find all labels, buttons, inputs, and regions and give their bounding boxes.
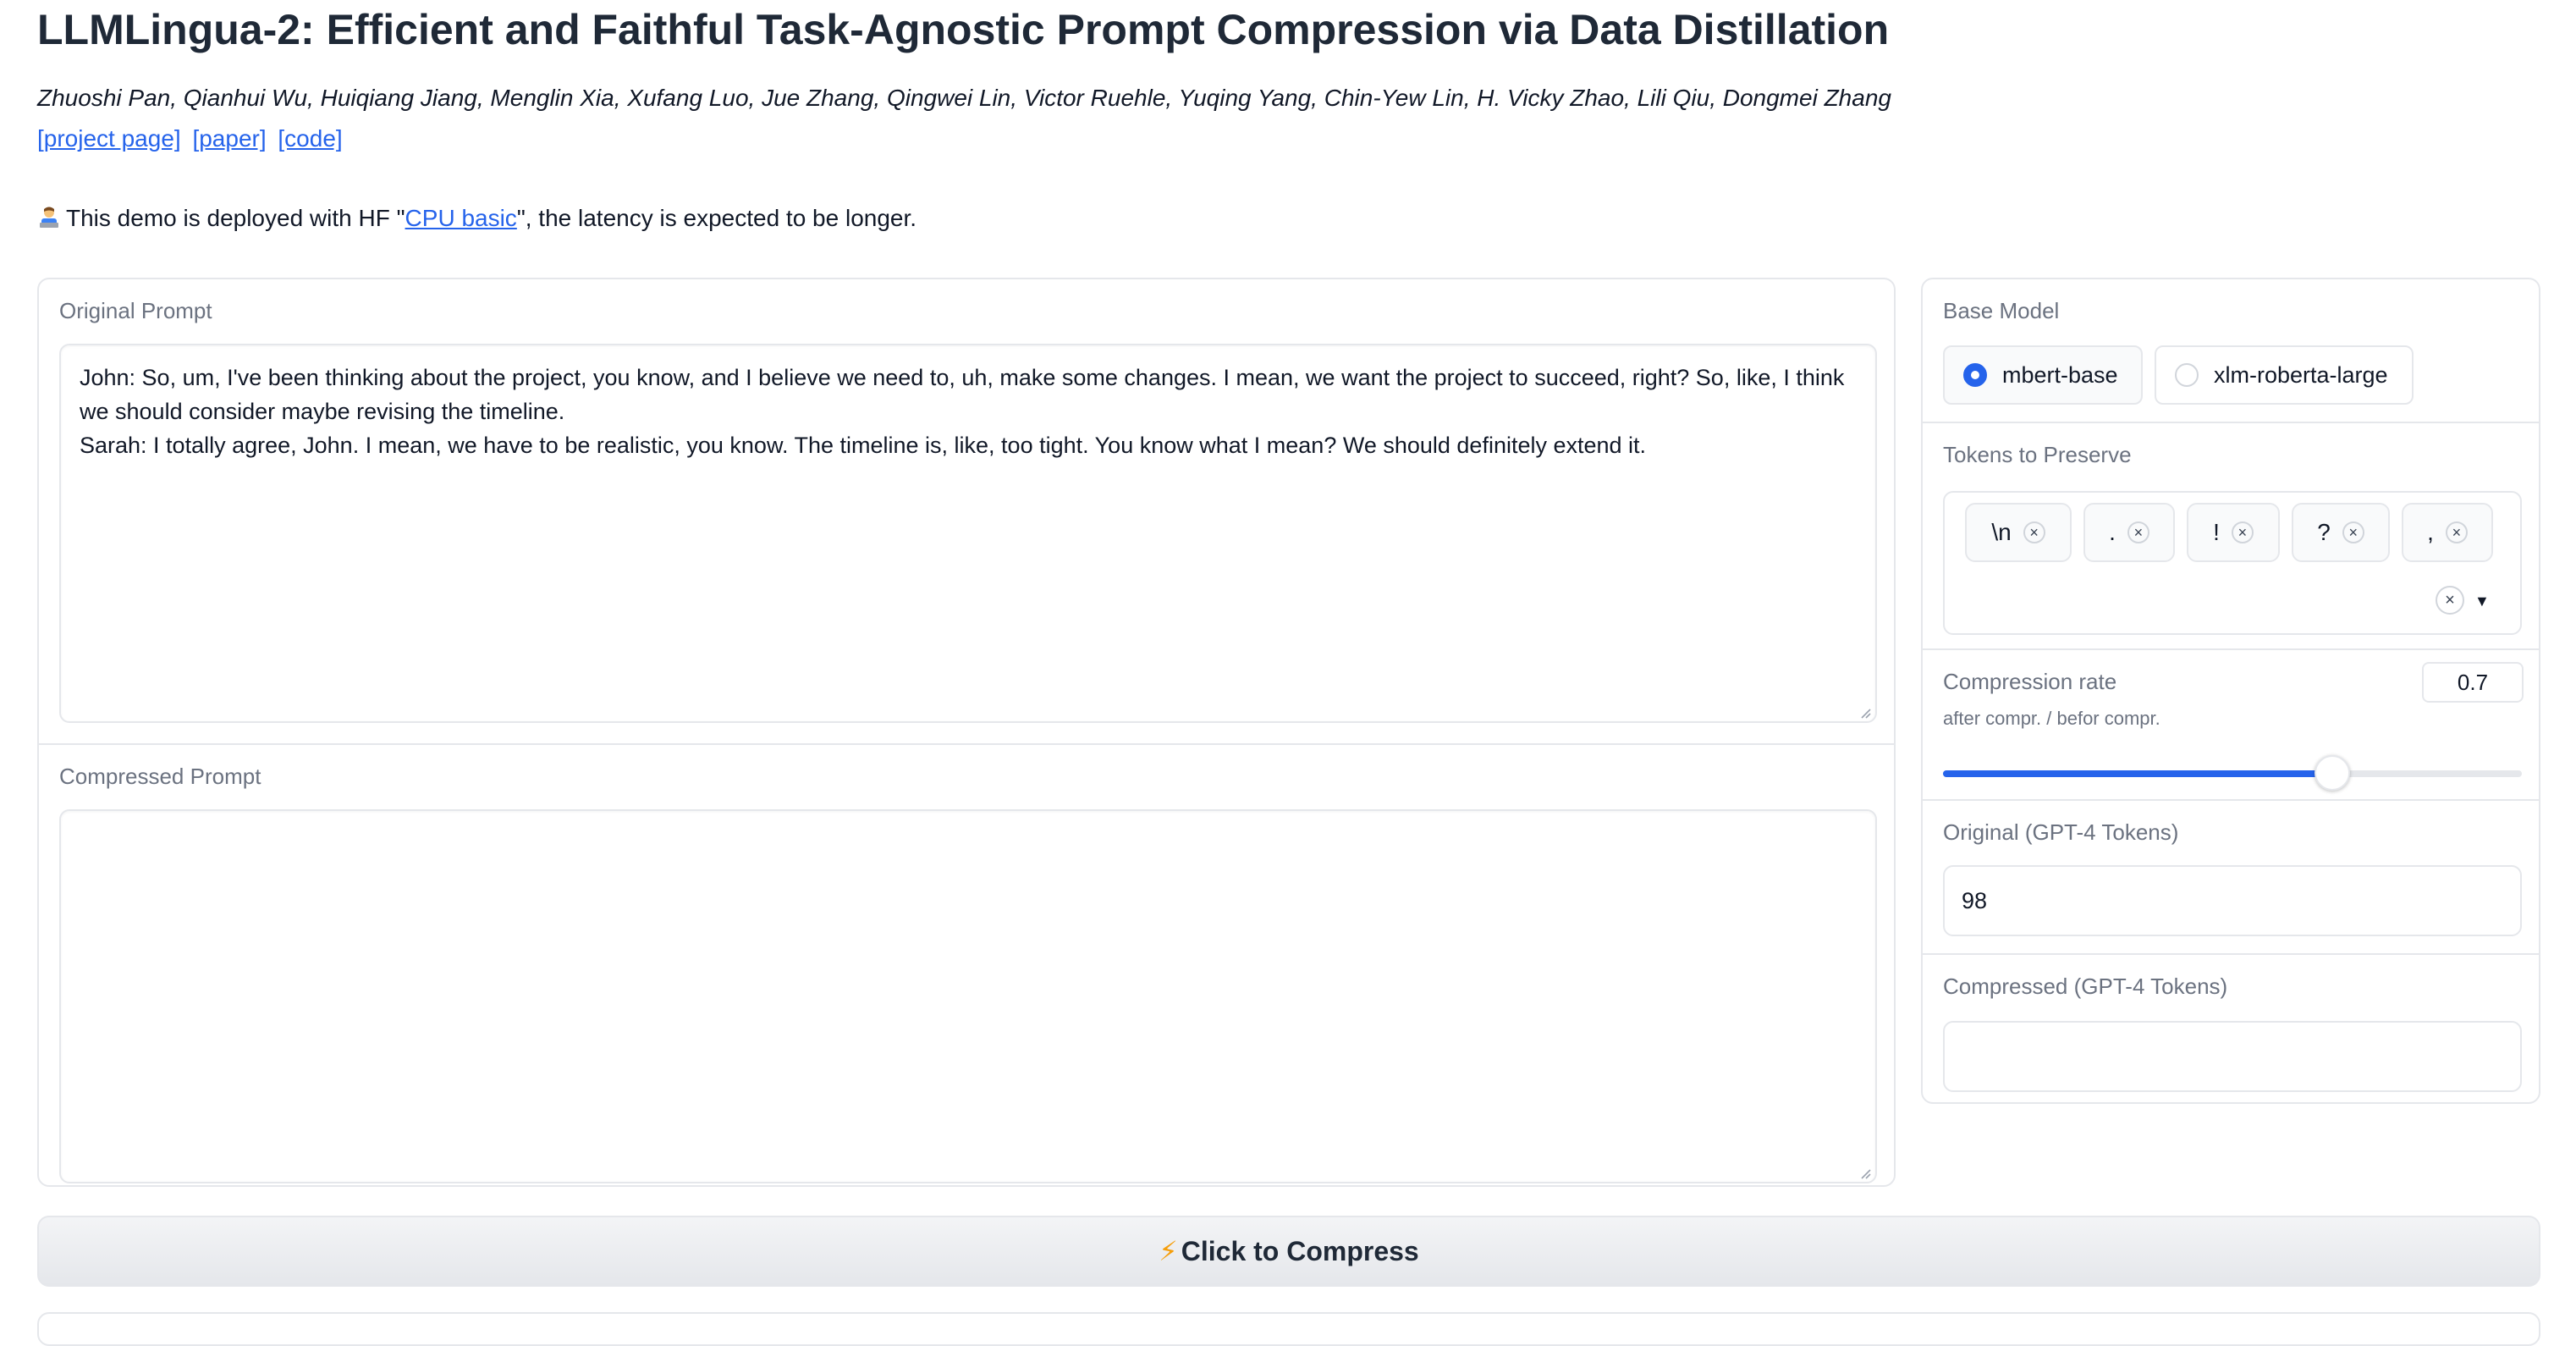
- prompt-panel: Original Prompt John: So, um, I've been …: [37, 278, 1896, 1187]
- page-title: LLMLingua-2: Efficient and Faithful Task…: [37, 6, 1890, 53]
- clear-all-icon[interactable]: ×: [2436, 586, 2464, 615]
- compress-button-label: Click to Compress: [1181, 1235, 1419, 1266]
- resize-handle-icon[interactable]: [1858, 706, 1872, 720]
- compression-rate-slider[interactable]: [1943, 755, 2522, 791]
- close-icon[interactable]: ×: [2445, 521, 2468, 543]
- close-icon[interactable]: ×: [2342, 521, 2364, 543]
- deployment-notice: This demo is deployed with HF "CPU basic…: [37, 205, 916, 232]
- compression-rate-label: Compression rate: [1943, 669, 2117, 694]
- token-chip: \n ×: [1965, 503, 2072, 562]
- radio-mbert-base[interactable]: mbert-base: [1943, 345, 2143, 405]
- slider-thumb[interactable]: [2314, 755, 2350, 791]
- token-chip: ? ×: [2292, 503, 2390, 562]
- compression-rate-input[interactable]: 0.7: [2422, 662, 2524, 703]
- chip-label: ,: [2427, 519, 2434, 545]
- base-model-label: Base Model: [1943, 298, 2060, 323]
- caret-down-icon[interactable]: ▼: [2474, 593, 2490, 610]
- compressed-tokens-block: Compressed (GPT-4 Tokens): [1923, 955, 2539, 1102]
- notice-text-before: This demo is deployed with HF ": [66, 205, 405, 231]
- compressed-tokens-label: Compressed (GPT-4 Tokens): [1943, 974, 2228, 999]
- compressed-prompt-label: Compressed Prompt: [59, 764, 261, 789]
- compressed-prompt-textarea[interactable]: [59, 809, 1877, 1183]
- notice-text-after: ", the latency is expected to be longer.: [516, 205, 917, 231]
- tokens-to-preserve-label: Tokens to Preserve: [1943, 442, 2132, 467]
- project-page-link[interactable]: [project page]: [37, 125, 181, 152]
- radio-label: mbert-base: [2002, 361, 2118, 388]
- compress-button[interactable]: ⚡ Click to Compress: [37, 1216, 2540, 1287]
- base-model-block: Base Model mbert-base xlm-roberta-large: [1923, 279, 2539, 422]
- original-prompt-textarea[interactable]: John: So, um, I've been thinking about t…: [59, 344, 1877, 723]
- compression-rate-sublabel: after compr. / befor compr.: [1943, 708, 2160, 729]
- chip-label: \n: [1991, 519, 2012, 545]
- slider-fill: [1943, 770, 2332, 777]
- chip-label: .: [2109, 519, 2116, 545]
- cpu-basic-link[interactable]: CPU basic: [405, 205, 517, 231]
- resize-handle-icon[interactable]: [1858, 1167, 1872, 1180]
- close-icon[interactable]: ×: [2127, 521, 2149, 543]
- radio-checked-icon: [1963, 363, 1987, 387]
- resource-links: [project page] [paper] [code]: [37, 125, 348, 152]
- close-icon[interactable]: ×: [2231, 521, 2254, 543]
- token-chip: ! ×: [2187, 503, 2280, 562]
- compressed-prompt-block: Compressed Prompt: [39, 745, 1894, 1185]
- compression-rate-block: Compression rate after compr. / befor co…: [1923, 650, 2539, 799]
- lightning-icon: ⚡: [1159, 1236, 1178, 1266]
- paper-link[interactable]: [paper]: [192, 125, 266, 152]
- settings-panel: Base Model mbert-base xlm-roberta-large …: [1921, 278, 2540, 1104]
- original-tokens-label: Original (GPT-4 Tokens): [1943, 819, 2179, 845]
- radio-label: xlm-roberta-large: [2214, 361, 2388, 388]
- token-chip: , ×: [2402, 503, 2493, 562]
- chip-label: !: [2213, 519, 2220, 545]
- original-prompt-block: Original Prompt John: So, um, I've been …: [39, 279, 1894, 743]
- author-list: Zhuoshi Pan, Qianhui Wu, Huiqiang Jiang,…: [37, 85, 1891, 111]
- token-multiselect[interactable]: \n × . × ! × ? × , × × ▼: [1943, 491, 2522, 635]
- close-icon[interactable]: ×: [2023, 521, 2045, 543]
- compressed-tokens-field[interactable]: [1943, 1021, 2522, 1092]
- radio-unchecked-icon: [2175, 363, 2199, 387]
- original-prompt-label: Original Prompt: [59, 298, 212, 323]
- original-tokens-field[interactable]: 98: [1943, 865, 2522, 936]
- radio-xlm-roberta-large[interactable]: xlm-roberta-large: [2155, 345, 2414, 405]
- token-chip: . ×: [2083, 503, 2175, 562]
- code-link[interactable]: [code]: [278, 125, 342, 152]
- output-panel: [37, 1312, 2540, 1346]
- original-tokens-block: Original (GPT-4 Tokens) 98: [1923, 801, 2539, 953]
- technologist-emoji-icon: [37, 206, 61, 229]
- chip-label: ?: [2317, 519, 2331, 545]
- tokens-to-preserve-block: Tokens to Preserve \n × . × ! × ? × , ×: [1923, 423, 2539, 648]
